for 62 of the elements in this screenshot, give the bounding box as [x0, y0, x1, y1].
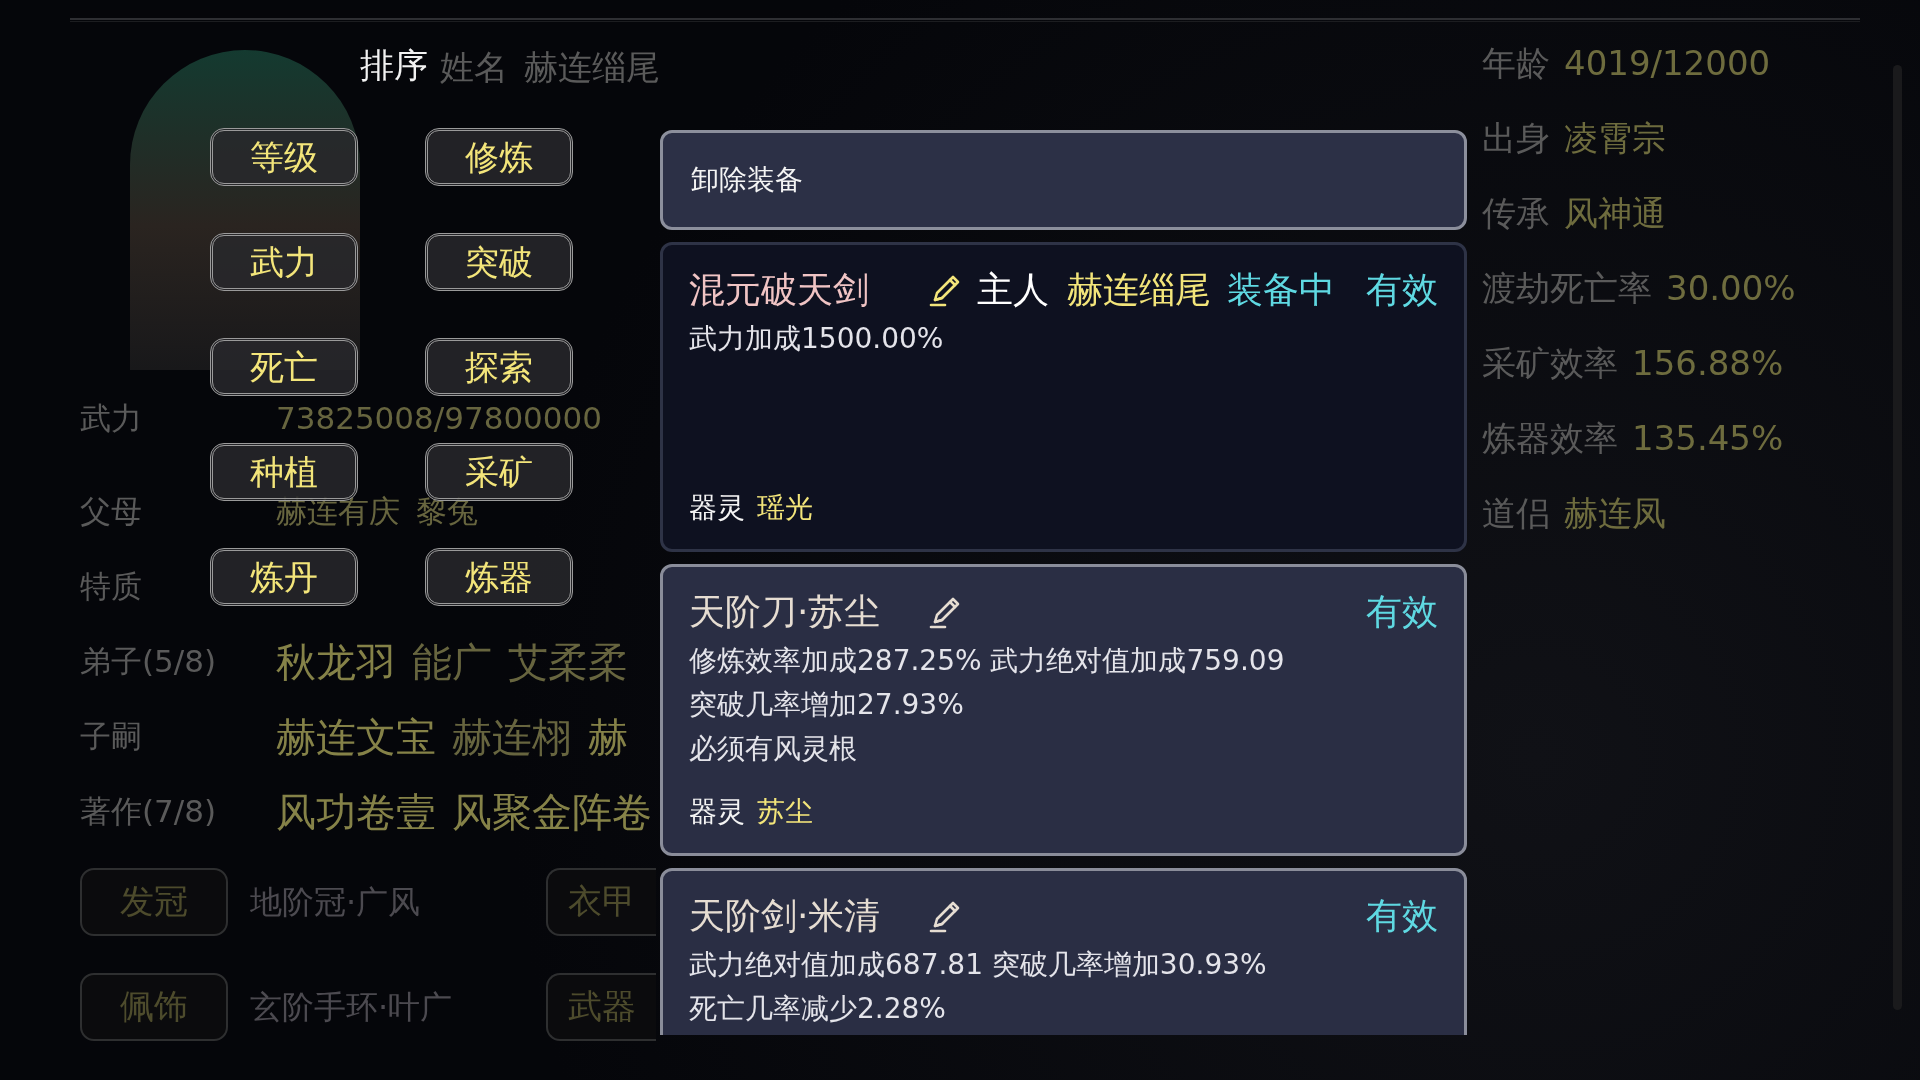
spirit-label: 器灵	[689, 794, 745, 830]
row-label: 武力	[80, 398, 143, 438]
validity-status: 有效	[1366, 590, 1438, 634]
spirit-label: 器灵	[689, 490, 745, 526]
attribute-value: 风神通	[1564, 192, 1666, 235]
name-value: 赫连缁尾	[524, 47, 660, 87]
sort-option[interactable]: 突破	[425, 233, 573, 291]
attribute-value: 赫连凤	[1564, 492, 1666, 535]
item-stat: 死亡几率减少2.28%	[689, 991, 947, 1027]
attribute-label: 渡劫死亡率	[1482, 267, 1652, 310]
item-name: 天阶剑·米清	[689, 894, 882, 938]
sort-option[interactable]: 死亡	[210, 338, 358, 396]
name-link[interactable]: 风聚金阵卷	[452, 781, 652, 842]
attribute-label: 年龄	[1482, 42, 1550, 85]
sort-title: 排序	[360, 44, 428, 87]
sort-option[interactable]: 武力	[210, 233, 358, 291]
validity-status: 有效	[1366, 894, 1438, 938]
attribute-label: 采矿效率	[1482, 342, 1618, 385]
attribute-label: 炼器效率	[1482, 417, 1618, 460]
equipment-card[interactable]: 天阶刀·苏尘 有效 修炼效率加成287.25% 武力绝对值加成759.09 突破几率增加27.93% 必须有风灵根 器灵 苏尘	[660, 564, 1467, 856]
item-name: 天阶刀·苏尘	[689, 590, 882, 634]
row-label: 子嗣	[80, 717, 143, 757]
sort-option[interactable]: 探索	[425, 338, 573, 396]
attribute-value: 凌霄宗	[1564, 117, 1666, 160]
item-stat: 武力绝对值加成687.81 突破几率增加30.93%	[689, 947, 1268, 983]
spirit-name: 苏尘	[757, 794, 813, 830]
equipped-item-name: 玄阶手环·叶广	[249, 986, 454, 1028]
validity-status: 有效	[1366, 268, 1438, 312]
name-link[interactable]: 赫连文宝	[276, 706, 436, 767]
attribute-value: 156.88%	[1632, 342, 1784, 385]
item-name: 混元破天剑	[689, 268, 870, 312]
item-stat: 武力加成1500.00%	[689, 321, 945, 357]
item-stat: 必须有风灵根	[689, 731, 858, 767]
name-label: 姓名	[440, 47, 508, 87]
attribute-value: 30.00%	[1666, 267, 1796, 310]
name-link[interactable]: 风功卷壹	[276, 781, 436, 842]
row-value: 73825008/97800000	[276, 398, 602, 438]
owner-label: 主人	[977, 268, 1049, 312]
row-label: 特质	[80, 567, 143, 607]
attribute-label: 传承	[1482, 192, 1550, 235]
row-label: 弟子(5/8)	[80, 642, 218, 682]
sort-option[interactable]: 修炼	[425, 128, 573, 186]
attribute-value: 4019/12000	[1564, 42, 1771, 85]
sort-option[interactable]: 等级	[210, 128, 358, 186]
name-link[interactable]: 赫	[588, 706, 628, 767]
equipment-card[interactable]: 天阶剑·米清 有效 武力绝对值加成687.81 突破几率增加30.93% 死亡几率减少2.28%	[660, 868, 1467, 1035]
sort-option[interactable]: 炼器	[425, 548, 573, 606]
attribute-label: 道侣	[1482, 492, 1550, 535]
equipment-card[interactable]: 混元破天剑 主人 赫连缁尾 装备中 有效 武力加成1500.00% 器灵 瑶光	[660, 242, 1467, 552]
row-label: 父母	[80, 492, 143, 532]
sort-option[interactable]: 炼丹	[210, 548, 358, 606]
attribute-value: 135.45%	[1632, 417, 1784, 460]
attribute-label: 出身	[1482, 117, 1550, 160]
spirit-name: 瑶光	[757, 490, 813, 526]
unequip-button[interactable]: 卸除装备	[660, 130, 1467, 230]
name-link[interactable]: 秋龙羽	[276, 631, 396, 692]
owner-name: 赫连缁尾	[1067, 268, 1211, 312]
row-label: 著作(7/8)	[80, 792, 218, 832]
item-stat: 修炼效率加成287.25% 武力绝对值加成759.09	[689, 643, 1286, 679]
equipped-item-name: 地阶冠·广风	[249, 881, 422, 923]
equip-status: 装备中	[1227, 268, 1335, 312]
item-stat: 突破几率增加27.93%	[689, 687, 965, 723]
